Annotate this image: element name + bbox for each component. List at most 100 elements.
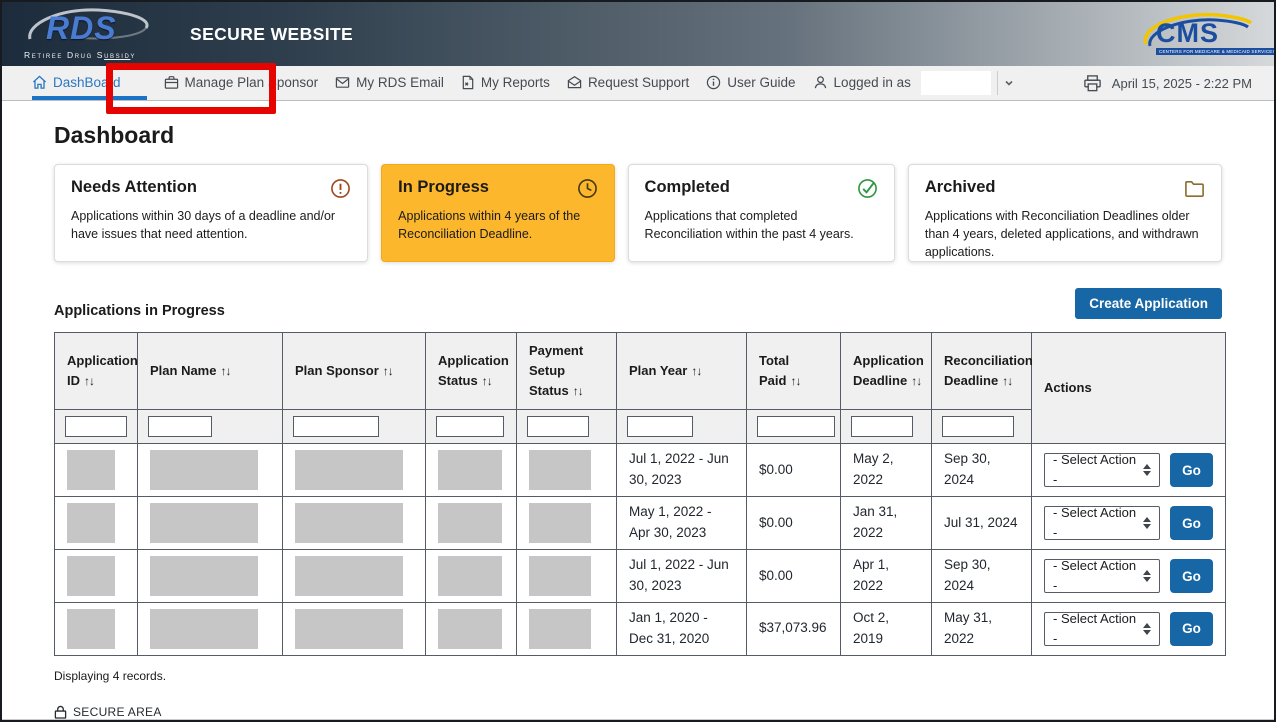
redacted-cell-value <box>150 503 258 543</box>
divider <box>997 71 998 95</box>
plan-year-cell: May 1, 2022 - Apr 30, 2023 <box>617 497 747 550</box>
table-row: Jan 1, 2020 - Dec 31, 2020 $37,073.96 Oc… <box>55 602 1226 655</box>
select-arrows-icon <box>1143 464 1151 476</box>
username-redacted <box>921 71 991 95</box>
filter-input-application-deadline[interactable] <box>851 416 913 437</box>
redacted-cell-value <box>67 556 115 596</box>
rds-logo-text: RDS <box>46 10 117 47</box>
applications-heading: Applications in Progress <box>54 303 225 319</box>
nav-item-my-rds-email[interactable]: My RDS Email <box>335 66 444 100</box>
col-reconciliation-deadline[interactable]: Reconciliation Deadline↑↓ <box>932 333 1032 410</box>
plan-year-cell: Jan 1, 2020 - Dec 31, 2020 <box>617 602 747 655</box>
redacted-cell-value <box>295 609 403 649</box>
application-deadline-cell: May 2, 2022 <box>841 444 932 497</box>
create-application-button[interactable]: Create Application <box>1075 288 1222 319</box>
plan-year-cell: Jul 1, 2022 - Jun 30, 2023 <box>617 550 747 603</box>
action-select[interactable]: - Select Action - <box>1044 559 1160 593</box>
redacted-cell-value <box>529 556 591 596</box>
card-in-progress[interactable]: In Progress Applications within 4 years … <box>381 164 614 262</box>
folder-icon <box>1184 178 1205 199</box>
go-button[interactable]: Go <box>1170 559 1213 593</box>
col-plan-name[interactable]: Plan Name↑↓ <box>138 333 283 410</box>
redacted-cell-value <box>529 609 591 649</box>
sort-icon: ↑↓ <box>573 384 583 398</box>
sort-icon: ↑↓ <box>790 374 800 388</box>
col-total-paid[interactable]: Total Paid↑↓ <box>747 333 841 410</box>
records-count: Displaying 4 records. <box>54 669 1222 683</box>
total-paid-cell: $0.00 <box>747 497 841 550</box>
redacted-cell-value <box>438 609 502 649</box>
reconciliation-deadline-cell: Jul 31, 2024 <box>932 497 1032 550</box>
printer-icon[interactable] <box>1083 74 1102 93</box>
nav-item-user-guide[interactable]: User Guide <box>706 66 795 100</box>
redacted-cell-value <box>150 450 258 490</box>
sort-icon: ↑↓ <box>1002 374 1012 388</box>
support-mail-icon <box>567 75 582 90</box>
col-application-id[interactable]: Application ID↑↓ <box>55 333 138 410</box>
action-select[interactable]: - Select Action - <box>1044 612 1160 646</box>
redacted-cell-value <box>438 450 502 490</box>
total-paid-cell: $0.00 <box>747 550 841 603</box>
page-title: Dashboard <box>54 122 1222 149</box>
redacted-cell-value <box>529 503 591 543</box>
action-select[interactable]: - Select Action - <box>1044 506 1160 540</box>
total-paid-cell: $37,073.96 <box>747 602 841 655</box>
card-archived[interactable]: Archived Applications with Reconciliatio… <box>908 164 1222 262</box>
col-application-deadline[interactable]: Application Deadline↑↓ <box>841 333 932 410</box>
redacted-cell-value <box>295 450 403 490</box>
card-completed[interactable]: Completed Applications that completed Re… <box>628 164 895 262</box>
cms-logo-subtext: CENTERS FOR MEDICARE & MEDICAID SERVICES <box>1156 48 1276 55</box>
redacted-cell-value <box>295 556 403 596</box>
filter-input-application-status[interactable] <box>436 416 504 437</box>
filter-input-total-paid[interactable] <box>757 416 835 437</box>
filter-input-payment-setup-status[interactable] <box>527 416 589 437</box>
application-deadline-cell: Jan 31, 2022 <box>841 497 932 550</box>
sort-icon: ↑↓ <box>911 374 921 388</box>
table-row: Jul 1, 2022 - Jun 30, 2023 $0.00 May 2, … <box>55 444 1226 497</box>
chevron-down-icon[interactable] <box>1004 78 1014 88</box>
home-icon <box>32 75 47 90</box>
filter-input-plan-year[interactable] <box>627 416 693 437</box>
rds-logo-tagline: Retiree Drug Subsidy <box>24 50 136 60</box>
rds-logo: RDS Retiree Drug Subsidy <box>24 8 160 60</box>
rds-secure-website-page: RDS Retiree Drug Subsidy SECURE WEBSITE … <box>0 0 1276 722</box>
reconciliation-deadline-cell: May 31, 2022 <box>932 602 1032 655</box>
redacted-cell-value <box>438 556 502 596</box>
sort-icon: ↑↓ <box>482 374 492 388</box>
datetime-label: April 15, 2025 - 2:22 PM <box>1112 76 1252 91</box>
total-paid-cell: $0.00 <box>747 444 841 497</box>
col-plan-sponsor[interactable]: Plan Sponsor↑↓ <box>283 333 426 410</box>
sort-icon: ↑↓ <box>220 364 230 378</box>
person-icon <box>813 75 828 90</box>
go-button[interactable]: Go <box>1170 612 1213 646</box>
briefcase-icon <box>164 75 179 90</box>
filter-input-reconciliation-deadline[interactable] <box>942 416 1014 437</box>
redacted-cell-value <box>67 503 115 543</box>
card-needs-attention[interactable]: Needs Attention Applications within 30 d… <box>54 164 368 262</box>
sort-icon: ↑↓ <box>383 364 393 378</box>
alert-circle-icon <box>330 178 351 199</box>
nav-item-request-support[interactable]: Request Support <box>567 66 689 100</box>
status-cards: Needs Attention Applications within 30 d… <box>54 164 1222 262</box>
go-button[interactable]: Go <box>1170 506 1213 540</box>
col-payment-setup-status[interactable]: Payment Setup Status↑↓ <box>517 333 617 410</box>
action-select[interactable]: - Select Action - <box>1044 453 1160 487</box>
logged-in-as: Logged in as <box>813 66 1014 100</box>
filter-input-application-id[interactable] <box>65 416 127 437</box>
nav-item-manage-plan-sponsor[interactable]: Manage Plan Sponsor <box>164 66 319 100</box>
clock-icon <box>577 178 598 199</box>
go-button[interactable]: Go <box>1170 453 1213 487</box>
nav-item-my-reports[interactable]: My Reports <box>461 66 550 100</box>
redacted-cell-value <box>67 609 115 649</box>
redacted-cell-value <box>150 609 258 649</box>
nav-item-dashboard[interactable]: DashBoard <box>32 66 147 100</box>
filter-input-plan-name[interactable] <box>148 416 212 437</box>
sort-icon: ↑↓ <box>691 364 701 378</box>
filter-input-plan-sponsor[interactable] <box>293 416 379 437</box>
col-application-status[interactable]: Application Status↑↓ <box>426 333 517 410</box>
col-actions: Actions <box>1032 333 1226 444</box>
redacted-cell-value <box>67 450 115 490</box>
table-row: May 1, 2022 - Apr 30, 2023 $0.00 Jan 31,… <box>55 497 1226 550</box>
site-title: SECURE WEBSITE <box>190 24 353 45</box>
col-plan-year[interactable]: Plan Year↑↓ <box>617 333 747 410</box>
